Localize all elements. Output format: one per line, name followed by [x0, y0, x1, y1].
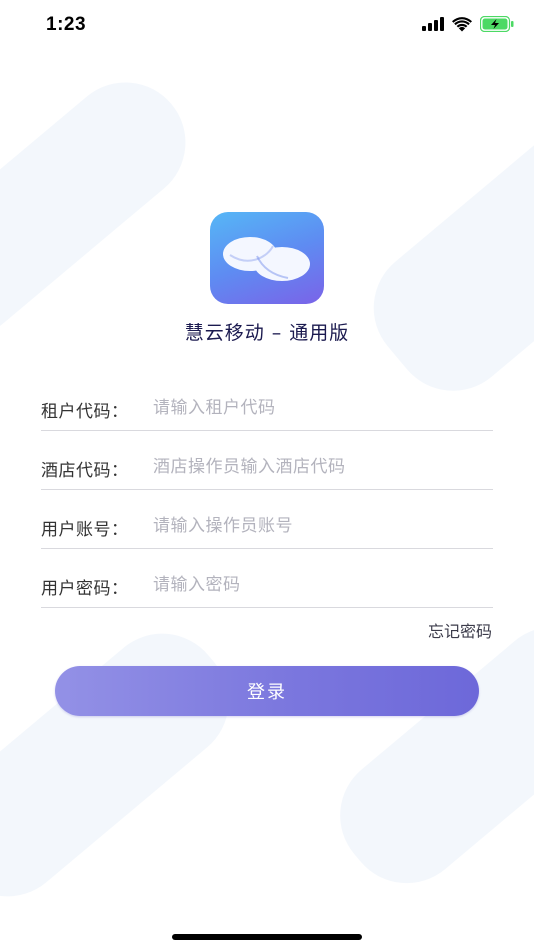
cellular-signal-icon: [422, 17, 444, 31]
user-account-field: 用户账号：: [41, 508, 493, 549]
password-input[interactable]: [153, 569, 491, 601]
password-field: 用户密码：: [41, 567, 493, 608]
status-icons: [422, 16, 514, 32]
background-stripe: [349, 94, 534, 416]
tenant-code-field: 租户代码：: [41, 390, 493, 431]
app-logo: [210, 212, 324, 304]
cloud-icon: [223, 237, 310, 281]
tenant-code-input[interactable]: [153, 392, 491, 424]
user-account-input[interactable]: [153, 510, 491, 542]
home-indicator: [172, 934, 362, 940]
tenant-code-label: 租户代码：: [41, 402, 129, 422]
background-stripe: [0, 57, 210, 363]
password-label: 用户密码：: [41, 579, 129, 599]
status-bar: 1:23: [0, 0, 534, 50]
app-title: 慧云移动 – 通用版: [184, 322, 350, 344]
status-time: 1:23: [46, 14, 87, 35]
login-button[interactable]: 登录: [55, 666, 479, 716]
battery-charging-icon: [480, 16, 514, 32]
background-stripe: [315, 602, 534, 908]
hotel-code-input[interactable]: [153, 451, 491, 483]
user-account-label: 用户账号：: [41, 520, 129, 540]
forgot-password-link[interactable]: 忘记密码: [428, 618, 492, 642]
background-stripe: [0, 609, 254, 921]
wifi-icon: [452, 16, 472, 31]
hotel-code-label: 酒店代码：: [41, 461, 129, 481]
hotel-code-field: 酒店代码：: [41, 449, 493, 490]
